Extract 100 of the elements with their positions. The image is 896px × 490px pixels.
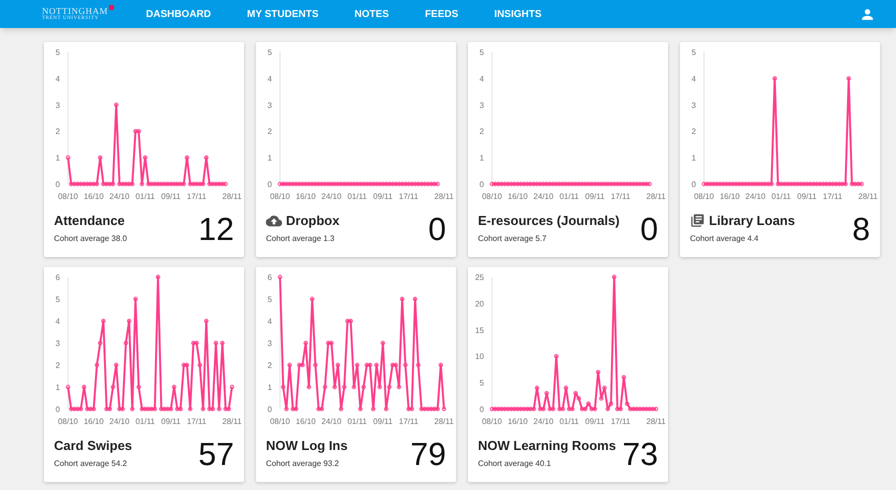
total-count: 57 [198, 438, 234, 470]
total-count: 8 [852, 212, 870, 244]
total-count: 0 [428, 212, 446, 244]
cohort-average: Cohort average 5.7 [478, 232, 548, 244]
x-tick-label: 24/10 [533, 192, 554, 201]
x-tick-label: 17/11 [822, 192, 842, 201]
x-tick-label: 28/11 [434, 417, 454, 426]
y-tick-label: 4 [268, 317, 272, 326]
x-tick-label: 01/11 [771, 192, 791, 201]
y-tick-label: 6 [268, 273, 272, 282]
y-tick-label: 4 [56, 74, 60, 84]
card-title: Library Loans [709, 212, 795, 230]
y-tick-label: 10 [475, 352, 484, 362]
card-title: Attendance [54, 212, 125, 230]
y-tick-label: 3 [56, 100, 60, 110]
x-tick-label: 01/11 [559, 192, 579, 201]
x-tick-label: 01/11 [135, 417, 155, 426]
x-tick-label: 01/11 [347, 417, 367, 426]
y-tick-label: 2 [480, 127, 484, 136]
x-tick-label: 28/11 [434, 192, 454, 201]
y-tick-label: 6 [56, 273, 60, 282]
x-tick-label: 24/10 [109, 417, 130, 426]
y-tick-label: 4 [56, 317, 60, 326]
cohort-average: Cohort average 4.4 [690, 232, 760, 244]
x-tick-label: 09/11 [373, 192, 393, 201]
x-tick-label: 28/11 [646, 417, 666, 426]
x-tick-label: 16/10 [720, 192, 740, 201]
x-tick-label: 17/11 [610, 417, 630, 426]
x-tick-label: 28/11 [222, 417, 242, 426]
y-tick-label: 1 [268, 383, 272, 392]
y-tick-label: 0 [56, 180, 60, 189]
x-tick-label: 01/11 [559, 417, 579, 426]
card-title: NOW Learning Rooms [478, 437, 616, 455]
x-tick-label: 24/10 [745, 192, 766, 201]
total-count: 79 [410, 438, 446, 470]
x-tick-label: 16/10 [84, 417, 104, 426]
x-tick-label: 09/11 [161, 192, 181, 201]
x-tick-label: 24/10 [321, 417, 342, 426]
y-tick-label: 5 [56, 48, 60, 57]
y-tick-label: 4 [268, 74, 272, 84]
cohort-average: Cohort average 40.1 [478, 458, 552, 470]
y-tick-label: 0 [480, 180, 484, 189]
x-tick-label: 28/11 [222, 192, 242, 201]
y-tick-label: 5 [268, 48, 272, 57]
x-tick-label: 17/11 [186, 417, 206, 426]
x-tick-label: 28/11 [646, 192, 666, 201]
y-tick-label: 20 [475, 299, 484, 308]
y-tick-label: 2 [692, 127, 696, 136]
y-tick-label: 5 [268, 295, 272, 304]
x-tick-label: 09/11 [161, 417, 181, 426]
cohort-average: Cohort average 1.3 [266, 232, 336, 244]
y-tick-label: 5 [480, 378, 484, 388]
y-tick-label: 3 [268, 100, 272, 110]
x-tick-label: 01/11 [135, 192, 155, 201]
total-count: 12 [198, 212, 234, 244]
x-tick-label: 08/10 [58, 192, 78, 201]
x-tick-label: 09/11 [585, 417, 605, 426]
y-tick-label: 5 [692, 48, 696, 57]
x-tick-label: 28/11 [858, 192, 878, 201]
x-tick-label: 08/10 [58, 417, 78, 426]
card-title: E-resources (Journals) [478, 212, 620, 230]
y-tick-label: 3 [56, 339, 60, 348]
x-tick-label: 16/10 [84, 192, 104, 201]
y-tick-label: 0 [268, 405, 272, 414]
y-tick-label: 4 [692, 74, 696, 84]
y-tick-label: 4 [480, 74, 484, 84]
y-tick-label: 1 [480, 154, 484, 163]
x-tick-label: 09/11 [585, 192, 605, 201]
x-tick-label: 08/10 [482, 417, 502, 426]
y-tick-label: 1 [692, 154, 696, 163]
x-tick-label: 08/10 [270, 192, 290, 201]
y-tick-label: 1 [56, 383, 60, 392]
cohort-average: Cohort average 93.2 [266, 458, 340, 470]
cohort-average: Cohort average 38.0 [54, 232, 128, 244]
y-tick-label: 0 [480, 405, 484, 414]
y-tick-label: 25 [475, 273, 484, 282]
x-tick-label: 24/10 [109, 192, 130, 201]
y-tick-label: 2 [56, 127, 60, 136]
x-tick-label: 17/11 [398, 417, 418, 426]
y-tick-label: 1 [56, 154, 60, 163]
y-tick-label: 3 [480, 100, 484, 110]
y-tick-label: 2 [56, 361, 60, 370]
x-tick-label: 16/10 [508, 192, 528, 201]
x-tick-label: 08/10 [482, 192, 502, 201]
card-title: Dropbox [286, 212, 340, 230]
y-tick-label: 2 [268, 127, 272, 136]
x-tick-label: 09/11 [797, 192, 817, 201]
x-tick-label: 24/10 [533, 417, 554, 426]
x-tick-label: 17/11 [186, 192, 206, 201]
x-tick-label: 16/10 [296, 192, 316, 201]
x-tick-label: 08/10 [694, 192, 714, 201]
x-tick-label: 17/11 [398, 192, 418, 201]
card-title: NOW Log Ins [266, 437, 348, 455]
y-tick-label: 0 [692, 180, 696, 189]
x-tick-label: 09/11 [373, 417, 393, 426]
card-title: Card Swipes [54, 437, 132, 455]
cohort-average: Cohort average 54.2 [54, 458, 128, 470]
y-tick-label: 1 [268, 154, 272, 163]
x-tick-label: 08/10 [270, 417, 290, 426]
y-tick-label: 3 [692, 100, 696, 110]
